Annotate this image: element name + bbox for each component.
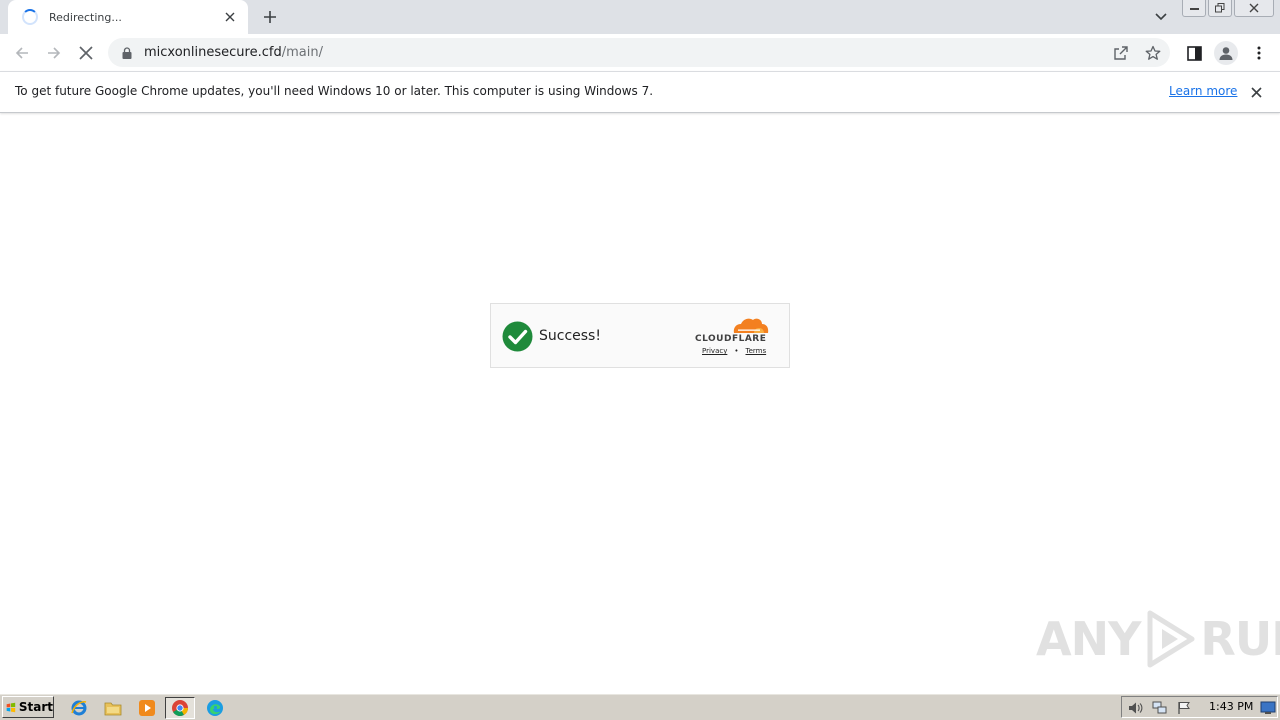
file-explorer-icon[interactable] (102, 697, 124, 719)
internet-explorer-icon[interactable] (68, 697, 90, 719)
stop-loading-button[interactable] (73, 40, 99, 66)
tab-title: Redirecting... (49, 10, 122, 24)
watermark-text-left: ANY (1036, 612, 1141, 666)
browser-tab[interactable]: Redirecting... (8, 0, 248, 34)
anyrun-watermark: ANY RUN (1036, 606, 1280, 672)
url-path: /main/ (281, 45, 323, 60)
show-desktop-icon[interactable] (1260, 700, 1276, 716)
taskbar-clock: 1:43 PM (1209, 700, 1254, 713)
windows-taskbar: Start 1:43 PM (0, 693, 1280, 720)
profile-avatar-icon[interactable] (1214, 41, 1238, 65)
play-logo-icon (1147, 610, 1195, 668)
back-button[interactable] (9, 40, 35, 66)
tab-strip: Redirecting... (0, 0, 1280, 34)
minimize-button[interactable] (1182, 0, 1206, 17)
windows-flag-icon (6, 702, 16, 712)
watermark-text-right: RUN (1200, 612, 1280, 666)
update-infobar: To get future Google Chrome updates, you… (0, 71, 1280, 113)
cloudflare-links: Privacy • Terms (702, 347, 766, 355)
infobar-message: To get future Google Chrome updates, you… (15, 84, 654, 98)
challenge-status-text: Success! (539, 328, 601, 344)
new-tab-button[interactable] (258, 5, 282, 29)
restore-button[interactable] (1208, 0, 1232, 17)
menu-kebab-icon[interactable] (1248, 42, 1270, 64)
start-label: Start (18, 700, 53, 714)
tab-search-chevron-icon[interactable] (1150, 6, 1172, 28)
browser-toolbar: micxonlinesecure.cfd/main/ (0, 34, 1280, 71)
link-separator: • (734, 347, 739, 355)
cloudflare-cloud-logo-icon (733, 318, 769, 333)
network-icon[interactable] (1152, 700, 1168, 716)
bookmark-star-icon[interactable] (1144, 44, 1162, 62)
lock-icon[interactable] (120, 46, 134, 60)
url-host: micxonlinesecure.cfd (144, 45, 282, 60)
privacy-link[interactable]: Privacy (702, 347, 727, 355)
url-text: micxonlinesecure.cfd/main/ (144, 45, 323, 60)
cloudflare-challenge-widget: Success! CLOUDFLARE Privacy • Terms (490, 303, 790, 368)
system-tray (1121, 696, 1278, 718)
volume-icon[interactable] (1128, 700, 1144, 716)
loading-spinner-icon (22, 9, 38, 25)
media-player-icon[interactable] (136, 697, 158, 719)
success-check-icon (502, 321, 533, 352)
window-controls (1182, 0, 1276, 18)
action-center-flag-icon[interactable] (1176, 700, 1192, 716)
terms-link[interactable]: Terms (746, 347, 767, 355)
chrome-taskbar-icon[interactable] (165, 697, 195, 719)
share-icon[interactable] (1112, 44, 1130, 62)
cloudflare-brand: CLOUDFLARE (695, 334, 767, 344)
side-panel-icon[interactable] (1183, 42, 1205, 64)
close-window-button[interactable] (1234, 0, 1274, 17)
address-bar[interactable]: micxonlinesecure.cfd/main/ (108, 38, 1170, 67)
start-button[interactable]: Start (2, 696, 54, 718)
infobar-close-icon[interactable] (1247, 83, 1265, 101)
tab-close-icon[interactable] (222, 9, 238, 25)
forward-button[interactable] (41, 40, 67, 66)
edge-icon[interactable] (204, 697, 226, 719)
learn-more-link[interactable]: Learn more (1169, 84, 1237, 98)
